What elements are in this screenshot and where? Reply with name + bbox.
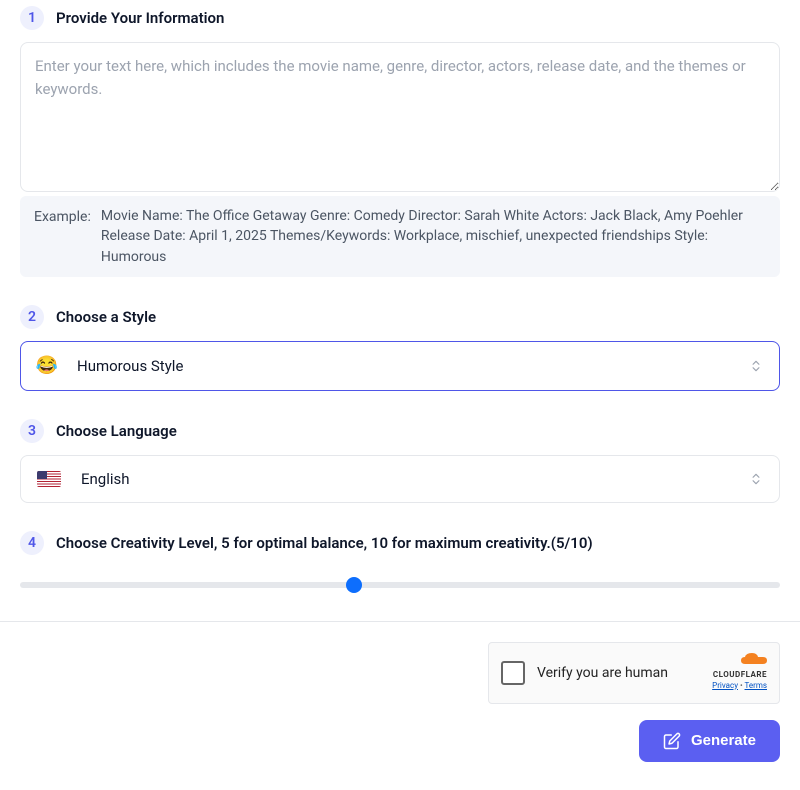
section-title-creativity: Choose Creativity Level, 5 for optimal b… <box>56 534 593 552</box>
language-selected-label: English <box>81 470 729 488</box>
step-badge-4: 4 <box>20 531 44 555</box>
cloudflare-brand-text: CLOUDFLARE <box>713 670 767 679</box>
captcha-privacy-link[interactable]: Privacy <box>712 681 738 690</box>
chevron-updown-icon <box>749 359 763 373</box>
section-divider <box>0 621 800 622</box>
captcha-checkbox[interactable] <box>501 661 525 685</box>
section-choose-language: 3 Choose Language English <box>20 419 780 503</box>
section-header: 3 Choose Language <box>20 419 780 443</box>
bottom-area: Verify you are human CLOUDFLARE Privacy … <box>20 642 780 762</box>
style-select[interactable]: 😂 Humorous Style <box>20 341 780 391</box>
section-header: 2 Choose a Style <box>20 305 780 329</box>
section-header: 1 Provide Your Information <box>20 6 780 30</box>
slider-thumb[interactable] <box>346 577 362 593</box>
step-badge-2: 2 <box>20 305 44 329</box>
section-choose-style: 2 Choose a Style 😂 Humorous Style <box>20 305 780 391</box>
captcha-terms-link[interactable]: Terms <box>745 681 767 690</box>
cloudflare-cloud-icon <box>741 653 767 665</box>
cloudflare-logo <box>741 656 767 668</box>
section-title-style: Choose a Style <box>56 308 156 326</box>
slider-track <box>20 582 780 588</box>
captcha-brand: CLOUDFLARE Privacy • Terms <box>712 656 767 690</box>
captcha-widget: Verify you are human CLOUDFLARE Privacy … <box>488 642 780 704</box>
example-text: Movie Name: The Office Getaway Genre: Co… <box>101 206 766 267</box>
section-title-language: Choose Language <box>56 422 177 440</box>
style-selected-label: Humorous Style <box>77 357 729 375</box>
section-provide-info: 1 Provide Your Information Example: Movi… <box>20 6 780 277</box>
info-textarea[interactable] <box>20 42 780 192</box>
generate-button[interactable]: Generate <box>639 720 780 762</box>
section-title-info: Provide Your Information <box>56 9 224 27</box>
section-header: 4 Choose Creativity Level, 5 for optimal… <box>20 531 780 555</box>
language-select[interactable]: English <box>20 455 780 503</box>
example-box: Example: Movie Name: The Office Getaway … <box>20 196 780 277</box>
example-label: Example: <box>34 206 91 267</box>
step-badge-1: 1 <box>20 6 44 30</box>
flag-us-icon <box>37 471 61 487</box>
captcha-text: Verify you are human <box>537 665 700 681</box>
creativity-slider[interactable] <box>20 577 780 593</box>
edit-icon <box>663 732 681 750</box>
step-badge-3: 3 <box>20 419 44 443</box>
section-creativity: 4 Choose Creativity Level, 5 for optimal… <box>20 531 780 593</box>
captcha-links: Privacy • Terms <box>712 681 767 690</box>
generate-button-label: Generate <box>691 732 756 749</box>
chevron-updown-icon <box>749 472 763 486</box>
laughing-emoji-icon: 😂 <box>37 356 57 376</box>
